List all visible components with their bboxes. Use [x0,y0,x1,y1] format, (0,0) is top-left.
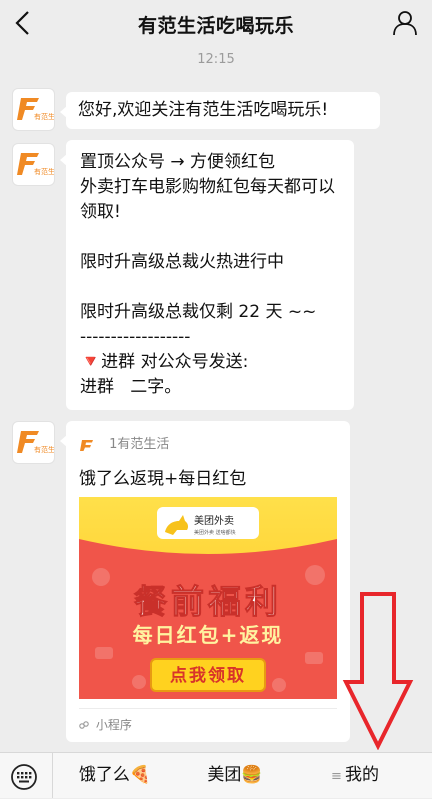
message-timestamp: 12:15 [197,52,235,67]
divider [79,708,337,709]
banner-brand-sub: 美团外卖 送啥都快 [194,529,236,536]
avatar-text: 有范生活 [34,445,54,454]
brand-logo-icon: 有范生活 [17,153,62,176]
brand-logo-icon [80,439,93,451]
banner-subline: 每日红包+返现 [133,623,284,647]
avatar[interactable]: 有范生活 [12,143,62,186]
mini-program-title: 饿了么返現+每日红包 [79,469,247,489]
brand-logo-icon: 有范生活 [17,98,62,121]
menu-item-meituan[interactable]: 美团🍔 [180,753,290,798]
mini-program-source: 1有范生活 [79,433,169,452]
banner-headline: 餐前福利 [134,582,282,621]
red-down-arrow-icon [342,592,414,750]
message-text: 您好,欢迎关注有范生活吃喝玩乐! [78,100,329,120]
banner-brand: 美团外卖 [194,514,234,527]
message-bubble: 您好,欢迎关注有范生活吃喝玩乐! [60,92,380,129]
message-line [80,275,340,300]
keyboard-icon[interactable] [9,764,39,790]
mini-program-card[interactable]: 1有范生活 饿了么返現+每日红包 美团外卖 美团外卖 送啥都快 餐前福利 每日红… [60,421,350,742]
message-line: 🔻进群 对公众号发送: [80,352,249,372]
bottom-menu-bar: 饿了么🍕 美团🍔 ≡ 我的 [0,752,432,798]
avatar[interactable]: 有范生活 [12,421,62,464]
message-line: 领取! [80,202,121,222]
message-line: 外卖打车电影购物紅包每天都可以 [80,177,335,197]
message-line: 限时升高级总裁火热进行中 [80,252,284,272]
message-line: 置顶公众号 → 方便领红包 [80,152,276,172]
brand-logo-icon: 有范生活 [17,431,62,454]
message-line: 限时升高级总裁仅剩 22 天 ~~ [80,302,317,322]
mini-program-footer: 小程序 [79,716,132,733]
claim-button-label: 点我领取 [170,665,246,686]
message-line: ------------------ [80,327,191,347]
mini-program-footer-label: 小程序 [95,718,132,732]
person-icon[interactable] [392,10,418,36]
mini-program-source-name: 1有范生活 [109,437,170,452]
menu-item-mine[interactable]: ≡ 我的 [300,753,410,798]
chat-title: 有范生活吃喝玩乐 [137,15,294,37]
avatar[interactable]: 有范生活 [12,88,62,131]
submenu-icon: ≡ [331,769,342,784]
menu-item-eleme[interactable]: 饿了么🍕 [60,753,170,798]
divider [52,753,53,798]
message-line [80,225,340,250]
message-bubble: 置顶公众号 → 方便领红包 外卖打车电影购物紅包每天都可以 领取! 限时升高级总… [60,140,354,410]
avatar-text: 有范生活 [34,112,54,121]
promo-banner[interactable]: 美团外卖 美团外卖 送啥都快 餐前福利 每日红包+返现 点我领取 [79,497,337,699]
message-line: 进群 二字。 [80,377,182,397]
mini-program-icon [79,721,89,729]
avatar-text: 有范生活 [34,167,54,176]
menu-item-mine-label: 我的 [344,765,379,785]
chat-header: 有范生活吃喝玩乐 [0,0,432,46]
